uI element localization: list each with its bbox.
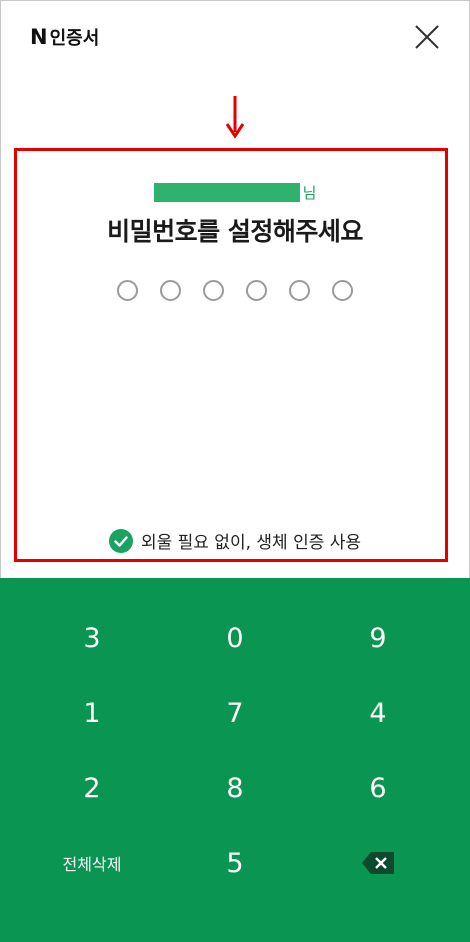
key-2[interactable]: 2	[22, 753, 162, 823]
key-6[interactable]: 6	[308, 753, 448, 823]
logo-mark: N	[30, 25, 48, 49]
biometric-label: 외울 필요 없이, 생체 인증 사용	[140, 533, 362, 553]
highlight-box	[14, 148, 448, 562]
key-7[interactable]: 7	[165, 678, 305, 748]
header: N 인증서	[0, 0, 470, 76]
name-suffix: 님	[302, 184, 317, 202]
page-title: 비밀번호를 설정해주세요	[107, 217, 363, 246]
pin-indicator	[117, 280, 353, 302]
pin-dot	[289, 280, 310, 301]
pin-dot	[332, 280, 353, 301]
backspace-icon	[362, 852, 394, 874]
key-1[interactable]: 1	[22, 678, 162, 748]
key-9[interactable]: 9	[308, 603, 448, 673]
check-circle-icon	[108, 528, 133, 553]
pin-dot	[203, 280, 224, 301]
pin-dot	[160, 280, 181, 301]
key-5[interactable]: 5	[165, 828, 305, 898]
redacted-name	[153, 183, 300, 202]
biometric-toggle[interactable]: 외울 필요 없이, 생체 인증 사용	[0, 528, 470, 553]
key-4[interactable]: 4	[308, 678, 448, 748]
keypad: 3 0 9 1 7 4 2 8 6 전체삭제 5	[0, 578, 470, 942]
backspace-button[interactable]	[308, 828, 448, 898]
pin-dot	[117, 280, 138, 301]
arrow-down-icon	[225, 96, 245, 139]
user-name-row: 님	[0, 182, 470, 203]
app-logo: N 인증서	[30, 24, 99, 50]
clear-all-button[interactable]: 전체삭제	[22, 828, 162, 898]
key-3[interactable]: 3	[22, 603, 162, 673]
close-icon[interactable]	[412, 22, 442, 52]
logo-text: 인증서	[49, 28, 100, 49]
pin-dot	[246, 280, 267, 301]
key-8[interactable]: 8	[165, 753, 305, 823]
key-0[interactable]: 0	[165, 603, 305, 673]
